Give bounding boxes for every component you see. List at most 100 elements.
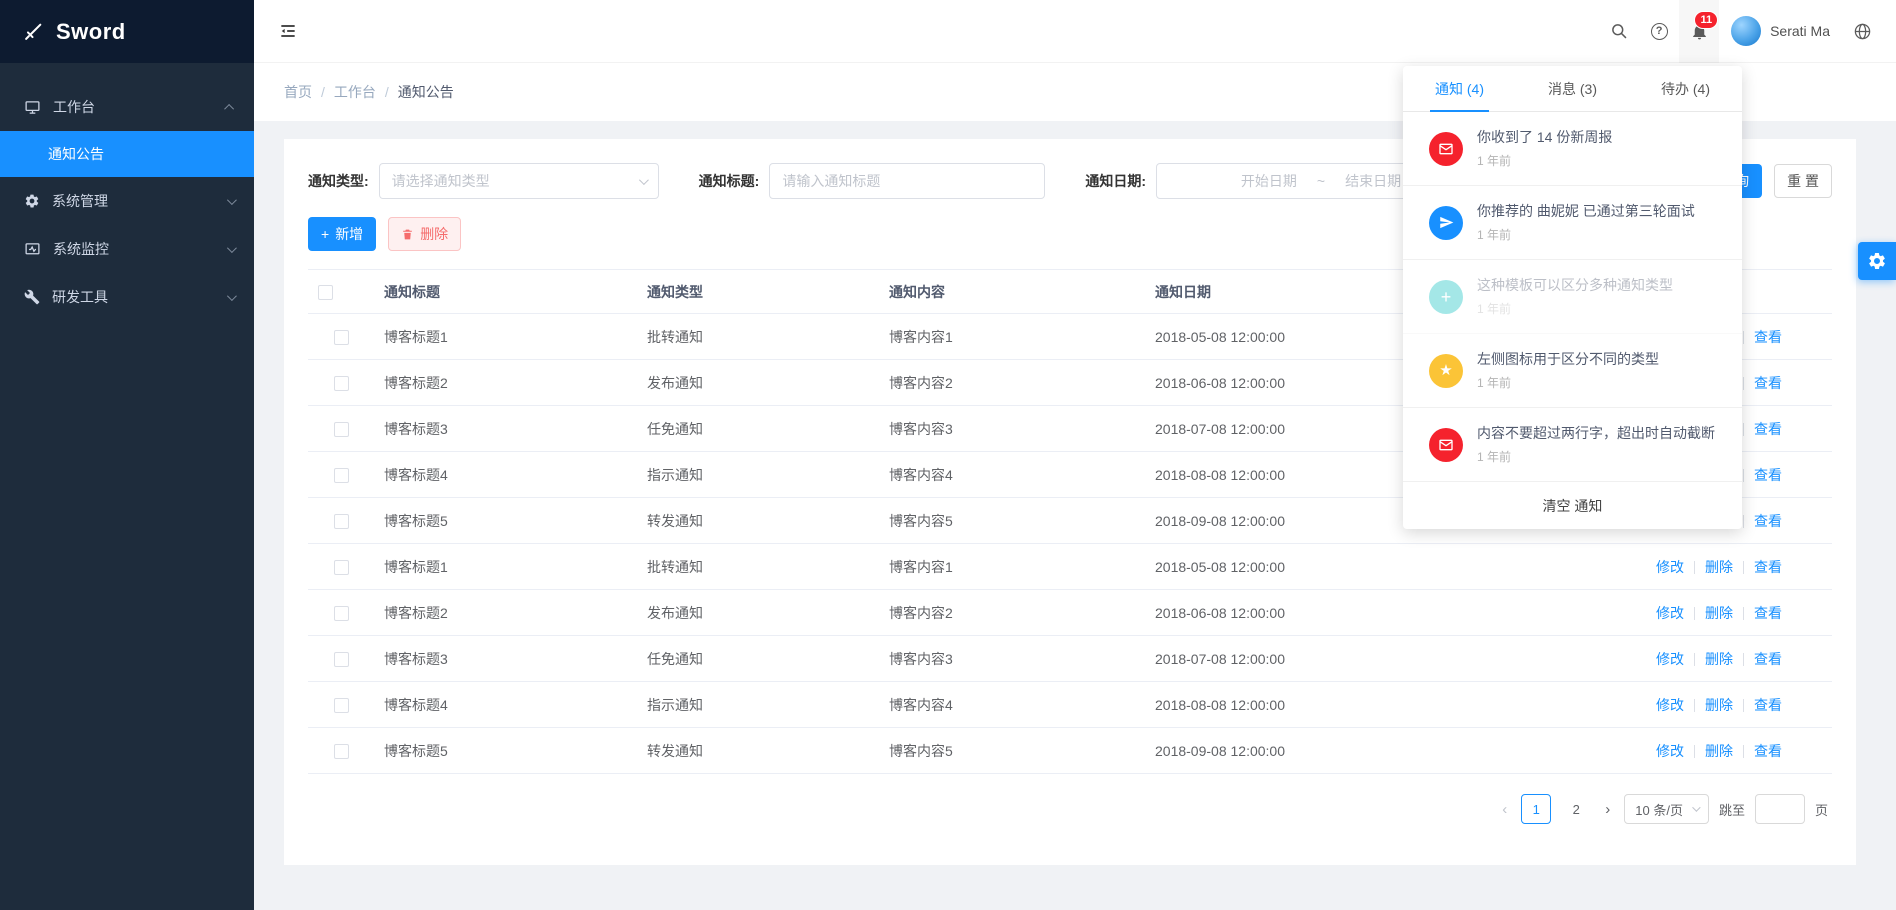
monitor-chart-icon — [24, 241, 41, 258]
sidebar-item-label: 研发工具 — [52, 287, 215, 307]
view-link[interactable]: 查看 — [1754, 743, 1782, 759]
view-link[interactable]: 查看 — [1754, 467, 1782, 483]
avatar — [1731, 16, 1761, 46]
notification-tabs: 通知 (4) 消息 (3) 待办 (4) — [1403, 66, 1742, 112]
select-all-checkbox[interactable] — [318, 285, 333, 300]
column-header-title: 通知标题 — [374, 270, 637, 314]
chevron-down-icon — [227, 243, 237, 253]
row-checkbox[interactable] — [334, 468, 349, 483]
tab-todos[interactable]: 待办 (4) — [1629, 66, 1742, 111]
view-link[interactable]: 查看 — [1754, 605, 1782, 621]
table-row: 博客标题4指示通知博客内容42018-08-08 12:00:00 修改删除查看 — [308, 682, 1832, 728]
wrench-icon — [24, 289, 40, 305]
row-checkbox[interactable] — [334, 744, 349, 759]
row-checkbox[interactable] — [334, 606, 349, 621]
plus-icon: + — [321, 226, 329, 242]
page-size-select[interactable]: 10 条/页 — [1624, 794, 1709, 824]
table-row: 博客标题2发布通知博客内容22018-06-08 12:00:00 修改删除查看 — [308, 590, 1832, 636]
tab-notifications[interactable]: 通知 (4) — [1403, 66, 1516, 111]
pagination-page-1[interactable]: 1 — [1521, 794, 1551, 824]
edit-link[interactable]: 修改 — [1656, 651, 1684, 667]
bell-icon[interactable]: 11 — [1679, 0, 1719, 63]
row-checkbox[interactable] — [334, 560, 349, 575]
add-button[interactable]: + 新增 — [308, 217, 376, 251]
sidebar-item-notice[interactable]: 通知公告 — [0, 131, 254, 177]
sidebar-item-workbench[interactable]: 工作台 — [0, 83, 254, 131]
question-glyph: ? — [1656, 25, 1663, 37]
sidebar-item-label: 工作台 — [53, 97, 215, 117]
edit-link[interactable]: 修改 — [1656, 559, 1684, 575]
pagination-next[interactable]: › — [1601, 801, 1614, 818]
breadcrumb-separator — [385, 84, 389, 100]
settings-float-button[interactable] — [1858, 242, 1896, 280]
row-checkbox[interactable] — [334, 652, 349, 667]
notification-time: 1 年前 — [1477, 226, 1695, 243]
view-link[interactable]: 查看 — [1754, 329, 1782, 345]
delete-button[interactable]: 删除 — [388, 217, 461, 251]
jump-page-input[interactable] — [1755, 794, 1805, 824]
delete-link[interactable]: 删除 — [1705, 651, 1733, 667]
app-title: Sword — [56, 19, 126, 45]
user-menu[interactable]: Serati Ma — [1719, 0, 1842, 63]
tab-messages[interactable]: 消息 (3) — [1516, 66, 1629, 111]
pagination-prev[interactable]: ‹ — [1498, 801, 1511, 818]
type-select[interactable]: 请选择通知类型 — [379, 163, 659, 199]
view-link[interactable]: 查看 — [1754, 421, 1782, 437]
delete-link[interactable]: 删除 — [1705, 697, 1733, 713]
row-checkbox[interactable] — [334, 514, 349, 529]
pagination-page-2[interactable]: 2 — [1561, 794, 1591, 824]
notification-item[interactable]: 你推荐的 曲妮妮 已通过第三轮面试 1 年前 — [1403, 186, 1742, 260]
breadcrumb-home[interactable]: 首页 — [284, 82, 312, 102]
view-link[interactable]: 查看 — [1754, 697, 1782, 713]
sidebar-item-system-management[interactable]: 系统管理 — [0, 177, 254, 225]
sword-logo-icon — [22, 21, 44, 43]
clear-notifications-button[interactable]: 清空 通知 — [1403, 482, 1742, 529]
logo[interactable]: Sword — [0, 0, 254, 63]
chevron-down-icon — [1692, 803, 1700, 811]
plus-icon: + — [1429, 280, 1463, 314]
sidebar-item-system-monitor[interactable]: 系统监控 — [0, 225, 254, 273]
edit-link[interactable]: 修改 — [1656, 697, 1684, 713]
delete-link[interactable]: 删除 — [1705, 605, 1733, 621]
help-icon[interactable]: ? — [1639, 0, 1679, 63]
edit-link[interactable]: 修改 — [1656, 743, 1684, 759]
date-range-separator: ~ — [1317, 173, 1325, 189]
delete-link[interactable]: 删除 — [1705, 559, 1733, 575]
breadcrumb-workbench[interactable]: 工作台 — [334, 82, 376, 102]
row-checkbox[interactable] — [334, 698, 349, 713]
view-link[interactable]: 查看 — [1754, 651, 1782, 667]
edit-link[interactable]: 修改 — [1656, 605, 1684, 621]
notification-item-read[interactable]: + 这种模板可以区分多种通知类型 1 年前 — [1403, 260, 1742, 334]
reset-button[interactable]: 重 置 — [1774, 164, 1832, 198]
sidebar-menu: 工作台 通知公告 系统管理 系统监控 — [0, 63, 254, 321]
notification-item[interactable]: 内容不要超过两行字，超出时自动截断 1 年前 — [1403, 408, 1742, 482]
top-header: ? 11 Serati Ma — [254, 0, 1896, 63]
view-link[interactable]: 查看 — [1754, 513, 1782, 529]
date-start-placeholder: 开始日期 — [1241, 171, 1297, 191]
title-filter-label: 通知标题: — [699, 171, 760, 191]
sidebar: Sword 工作台 通知公告 系统管理 — [0, 0, 254, 910]
search-icon[interactable] — [1599, 0, 1639, 63]
title-input[interactable] — [769, 163, 1045, 199]
column-header-content: 通知内容 — [879, 270, 1145, 314]
notification-time: 1 年前 — [1477, 152, 1612, 169]
menu-collapse-icon[interactable] — [278, 21, 298, 41]
row-checkbox[interactable] — [334, 330, 349, 345]
chevron-down-icon — [227, 195, 237, 205]
view-link[interactable]: 查看 — [1754, 375, 1782, 391]
user-name: Serati Ma — [1770, 23, 1830, 39]
row-checkbox[interactable] — [334, 422, 349, 437]
sidebar-item-label: 系统管理 — [52, 191, 215, 211]
globe-icon[interactable] — [1842, 0, 1882, 63]
sidebar-item-dev-tools[interactable]: 研发工具 — [0, 273, 254, 321]
notification-item[interactable]: 你收到了 14 份新周报 1 年前 — [1403, 112, 1742, 186]
chevron-up-icon — [224, 103, 234, 113]
view-link[interactable]: 查看 — [1754, 559, 1782, 575]
delete-link[interactable]: 删除 — [1705, 743, 1733, 759]
gear-icon — [1867, 251, 1887, 271]
monitor-icon — [24, 99, 41, 116]
breadcrumb-current: 通知公告 — [398, 82, 454, 102]
send-icon — [1429, 206, 1463, 240]
notification-item[interactable]: ★ 左侧图标用于区分不同的类型 1 年前 — [1403, 334, 1742, 408]
row-checkbox[interactable] — [334, 376, 349, 391]
